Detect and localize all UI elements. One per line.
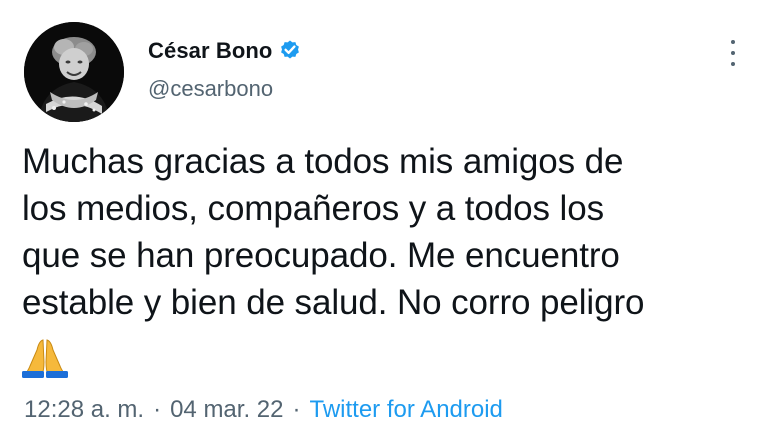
more-dot	[731, 62, 735, 66]
tweet-meta: 12:28 a. m. · 04 mar. 22 · Twitter for A…	[24, 396, 503, 424]
avatar-photo	[24, 22, 124, 122]
tweet-source-link[interactable]: Twitter for Android	[309, 396, 502, 424]
tweet-text: Muchas gracias a todos mis amigos de los…	[22, 142, 645, 322]
tweet-card: César Bono @cesarbono Muchas gracias a t…	[0, 0, 768, 442]
more-vertical-icon[interactable]	[728, 40, 738, 66]
verified-badge-icon	[278, 39, 302, 63]
meta-separator: ·	[153, 396, 162, 423]
meta-separator: ·	[292, 396, 301, 423]
author-info: César Bono @cesarbono	[148, 36, 302, 102]
avatar[interactable]	[24, 22, 124, 122]
name-row: César Bono	[148, 36, 302, 66]
handle[interactable]: @cesarbono	[148, 76, 302, 102]
more-dot	[731, 51, 735, 55]
folded-hands-emoji	[22, 338, 68, 378]
tweet-date[interactable]: 04 mar. 22	[170, 396, 283, 424]
more-dot	[731, 40, 735, 44]
display-name[interactable]: César Bono	[148, 38, 272, 64]
tweet-time[interactable]: 12:28 a. m.	[24, 396, 144, 424]
